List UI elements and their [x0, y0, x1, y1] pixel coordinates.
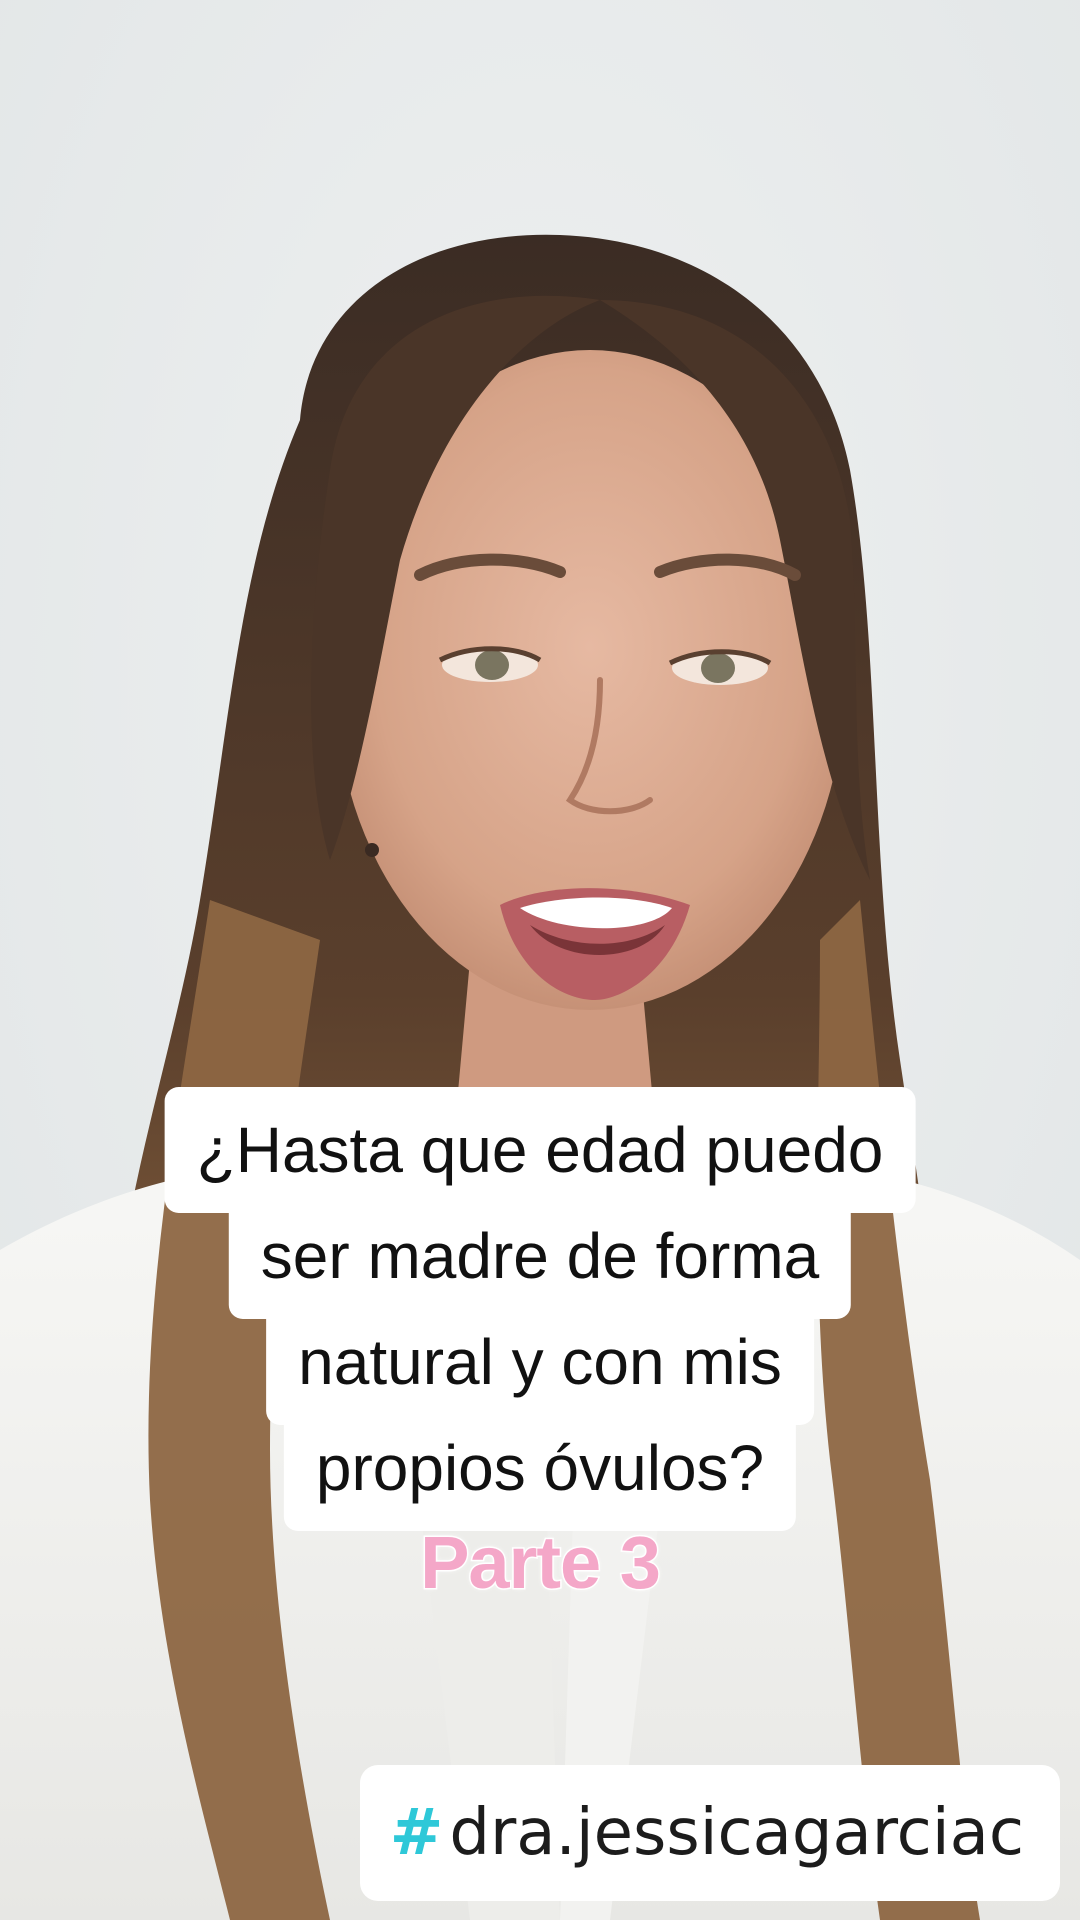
- caption-line-4: propios óvulos?: [283, 1405, 797, 1531]
- hashtag-handle: dra.jessicagarciac: [449, 1796, 1024, 1870]
- hashtag-badge[interactable]: # dra.jessicagarciac: [359, 1765, 1060, 1901]
- presenter-illustration: [0, 0, 1080, 1920]
- hashtag-icon: #: [389, 1796, 444, 1870]
- part-label: Parte 3: [419, 1520, 663, 1606]
- video-frame: ¿Hasta que edad puedo ser madre de forma…: [0, 0, 1080, 1920]
